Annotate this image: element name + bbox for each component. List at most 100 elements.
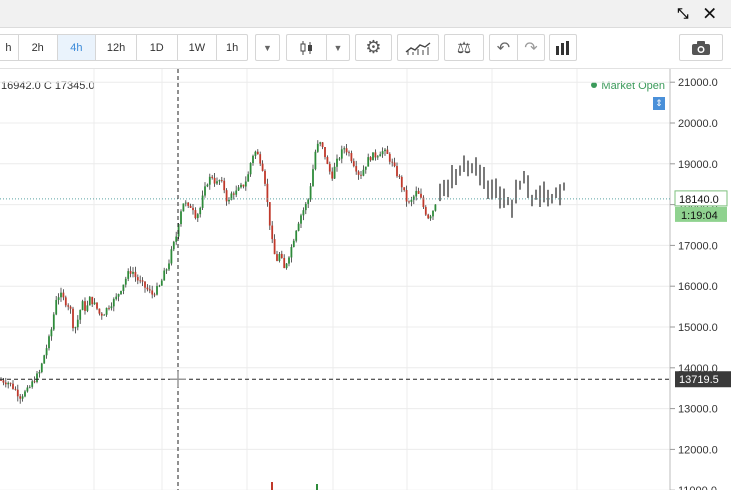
candle-up xyxy=(52,314,55,330)
candle-down xyxy=(264,170,266,184)
candle-up xyxy=(429,216,432,219)
snapshot-button[interactable] xyxy=(679,34,723,61)
candle-up xyxy=(312,169,314,187)
chart-type-group: ▼ xyxy=(286,34,350,61)
candle-up xyxy=(415,190,418,197)
candle-up xyxy=(432,210,434,217)
interval-dropdown[interactable]: 1h xyxy=(217,35,247,60)
candle-down xyxy=(360,174,362,176)
candle-up xyxy=(307,199,310,204)
candle-up xyxy=(24,391,26,397)
candle-down xyxy=(328,163,331,172)
candle-down xyxy=(324,147,326,158)
candle-up xyxy=(110,306,113,309)
candle-up xyxy=(333,166,336,179)
candle-up xyxy=(292,240,295,248)
candle-up xyxy=(254,151,257,156)
candle-down xyxy=(232,193,235,195)
window-titlebar: ⤡ ✕ xyxy=(0,0,731,28)
candle-down xyxy=(427,214,430,219)
candle-up xyxy=(228,199,230,202)
candle-up xyxy=(235,190,238,195)
axis-tick-label: 12000.0 xyxy=(678,444,718,456)
candle-up xyxy=(295,230,298,241)
axis-tick-label: 21000.0 xyxy=(678,77,718,89)
settings-button[interactable]: ⚙ xyxy=(355,34,392,61)
candle-down xyxy=(396,166,398,177)
candle-up xyxy=(208,176,211,185)
candle-down xyxy=(374,152,377,158)
candle-up xyxy=(103,314,106,316)
candle-up xyxy=(218,180,221,182)
candle-up xyxy=(115,296,118,300)
candle-down xyxy=(348,152,350,154)
indicators-button[interactable] xyxy=(397,34,439,61)
candle-down xyxy=(256,151,259,155)
interval-h-button[interactable]: h xyxy=(0,35,19,60)
candle-down xyxy=(146,287,149,290)
candle-up xyxy=(244,181,247,187)
candle-up xyxy=(319,142,322,144)
candle-up xyxy=(204,186,206,196)
candle-down xyxy=(213,177,216,184)
compare-button[interactable]: ⚖ xyxy=(444,34,484,61)
candle-up xyxy=(55,299,58,315)
candle-down xyxy=(9,382,12,384)
candle-down xyxy=(242,184,245,187)
candle-down xyxy=(420,193,422,198)
candle-down xyxy=(211,176,214,178)
candle-up xyxy=(316,143,319,152)
candle-down xyxy=(2,380,5,383)
balance-icon: ⚖ xyxy=(456,39,472,57)
candle-up xyxy=(237,187,240,191)
candle-up xyxy=(57,297,60,300)
candle-up xyxy=(93,302,96,305)
redo-button[interactable]: ↷ xyxy=(518,35,544,60)
candle-up xyxy=(381,151,384,155)
axis-tick-label: 11000.0 xyxy=(678,485,717,490)
candle-down xyxy=(141,280,144,282)
candle-down xyxy=(408,201,410,203)
candle-up xyxy=(240,184,242,188)
chevron-down-icon: ▼ xyxy=(263,42,272,53)
candle-up xyxy=(364,166,367,170)
interval-12h-button[interactable]: 12h xyxy=(96,35,137,60)
candle-up xyxy=(158,285,161,287)
candle-up xyxy=(434,204,437,211)
interval-1d-button[interactable]: 1D xyxy=(137,35,178,60)
price-chart[interactable]: 21000.020000.019000.018000.017000.016000… xyxy=(0,69,731,490)
candle-down xyxy=(276,254,278,261)
chart-type-dropdown[interactable]: ▼ xyxy=(327,35,349,60)
candle-up xyxy=(165,269,168,271)
candle-down xyxy=(69,306,72,309)
candle-down xyxy=(33,381,36,383)
bar-chart-button[interactable] xyxy=(549,34,577,61)
window-controls[interactable]: ⤡ ✕ xyxy=(677,5,721,22)
interval-dropdown-toggle[interactable]: ▼ xyxy=(255,34,280,61)
candle-down xyxy=(151,290,154,295)
interval-1w-button[interactable]: 1W xyxy=(178,35,218,60)
interval-2h-button[interactable]: 2h xyxy=(19,35,58,60)
candle-down xyxy=(91,296,94,305)
candle-up xyxy=(285,263,288,269)
candle-up xyxy=(252,155,254,164)
candle-down xyxy=(268,202,271,226)
chart-type-button[interactable] xyxy=(287,35,327,60)
candle-down xyxy=(4,382,7,385)
indicators-icon xyxy=(405,41,431,55)
interval-4h-button[interactable]: 4h xyxy=(57,35,97,60)
candle-up xyxy=(379,154,382,157)
candle-down xyxy=(144,281,146,288)
volume-bar xyxy=(271,482,273,490)
candle-up xyxy=(206,184,209,187)
candle-up xyxy=(247,174,250,182)
candle-down xyxy=(350,153,353,162)
undo-button[interactable]: ↶ xyxy=(490,35,518,60)
candle-down xyxy=(280,253,283,258)
axis-tick-label: 17000.0 xyxy=(678,240,718,252)
current-price-label: 18140.0 xyxy=(679,194,719,206)
axis-tick-label: 19000.0 xyxy=(678,159,718,171)
candle-down xyxy=(388,153,391,162)
candle-down xyxy=(393,162,396,167)
candle-up xyxy=(196,214,199,219)
